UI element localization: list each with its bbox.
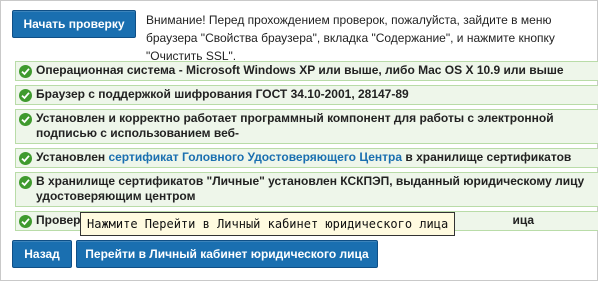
tooltip: Нажмите Перейти в Личный кабинет юридиче… [80,212,456,236]
check-text-prefix: Установлен [36,150,109,164]
check-text: Установлен сертификат Головного Удостове… [36,150,598,167]
check-text: В хранилище сертификатов "Личные" устано… [36,174,585,206]
checkmark-icon [19,113,32,126]
start-check-button[interactable]: Начать проверку [12,10,136,38]
check-row-personal-certificate: В хранилище сертификатов "Личные" устано… [15,172,598,207]
checkmark-icon [19,89,32,102]
checkmark-icon [19,65,32,78]
check-text: Операционная система - Microsoft Windows… [36,63,564,77]
check-text-suffix: ица [512,213,535,227]
go-to-legal-entity-cabinet-button[interactable]: Перейти в Личный кабинет юридического ли… [76,240,378,268]
checkmark-icon [19,152,32,165]
ssl-warning-text: Внимание! Перед прохождением проверок, п… [146,13,555,63]
check-row-signature-component: Установлен и корректно работает программ… [15,109,598,144]
check-text: Установлен и корректно работает программ… [36,111,554,143]
check-text: Браузер с поддержкой шифрования ГОСТ 34.… [36,87,409,101]
checkmark-icon [19,215,32,228]
requirements-list: Операционная система - Microsoft Windows… [15,61,598,235]
check-row-root-certificate: Установлен сертификат Головного Удостове… [15,148,598,168]
root-certificate-link[interactable]: сертификат Головного Удостоверяющего Цен… [108,150,402,164]
check-row-browser: Браузер с поддержкой шифрования ГОСТ 34.… [15,85,598,105]
checkmark-icon [19,176,32,189]
check-row-os: Операционная система - Microsoft Windows… [15,61,598,81]
back-button[interactable]: Назад [12,240,72,268]
check-text-prefix: Провер [36,213,81,227]
